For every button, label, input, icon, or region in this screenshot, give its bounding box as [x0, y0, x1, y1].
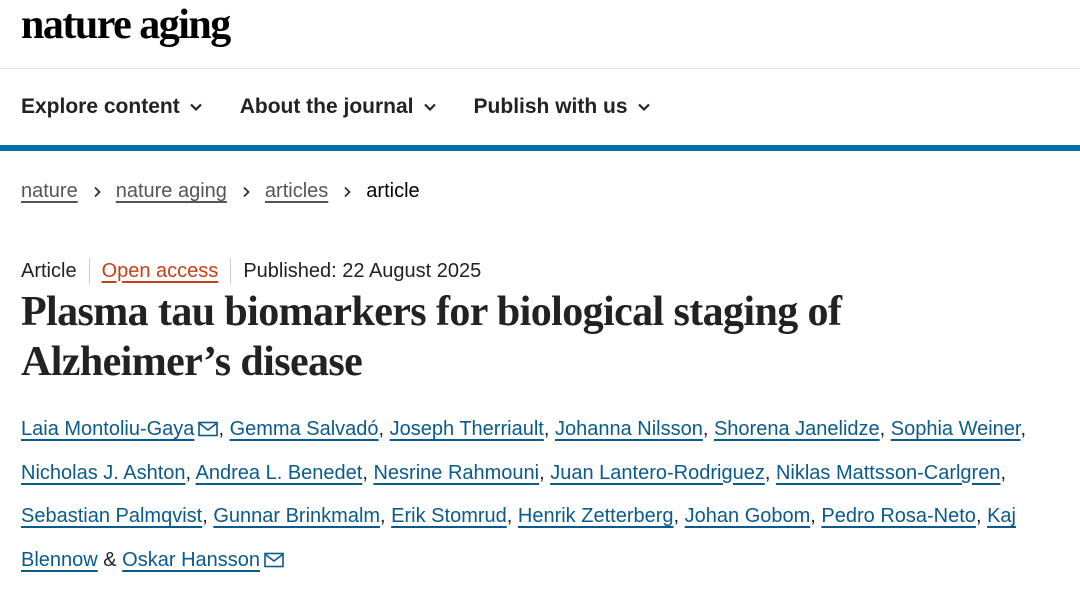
author-link[interactable]: Andrea L. Benedet — [196, 462, 363, 484]
chevron-right-icon — [344, 186, 352, 197]
breadcrumb-nature[interactable]: nature — [21, 180, 78, 203]
nav-explore-content[interactable]: Explore content — [21, 95, 203, 119]
author-separator: , — [185, 461, 196, 484]
author-separator: , — [764, 461, 776, 484]
author-link[interactable]: Oskar Hansson — [122, 549, 260, 571]
nav-about-the-journal[interactable]: About the journal — [240, 95, 437, 119]
published-date: Published: 22 August 2025 — [243, 259, 482, 282]
article-meta: Article Open access Published: 22 August… — [21, 258, 481, 284]
meta-divider — [88, 258, 90, 284]
author-link[interactable]: Nesrine Rahmouni — [373, 462, 539, 484]
chevron-right-icon — [94, 186, 101, 197]
author-separator: , — [218, 418, 230, 440]
breadcrumb: nature nature aging articles article — [21, 180, 420, 203]
author-separator: , — [673, 505, 685, 527]
chevron-down-icon — [637, 103, 650, 112]
author-separator: , — [380, 505, 392, 527]
author-link[interactable]: Nicholas J. Ashton — [21, 462, 186, 484]
author-separator: , — [975, 505, 988, 527]
author-separator: , — [378, 418, 390, 440]
author-link[interactable]: Pedro Rosa-Neto — [821, 505, 976, 527]
envelope-icon[interactable] — [198, 421, 219, 437]
author-list: Laia Montoliu-Gaya, Gemma Salvadó, Josep… — [21, 408, 1066, 582]
chevron-down-icon — [423, 103, 436, 112]
author-link[interactable]: Niklas Mattsson-Carlgren — [776, 462, 1001, 484]
author-link[interactable]: Juan Lantero-Rodriguez — [550, 462, 765, 484]
author-separator: , — [1000, 461, 1007, 484]
author-link[interactable]: Joseph Therriault — [390, 418, 544, 440]
author-link[interactable]: Laia Montoliu-Gaya — [21, 418, 194, 440]
author-link[interactable]: Erik Stomrud — [391, 505, 507, 527]
nav-label: Publish with us — [473, 95, 628, 118]
author-separator: , — [810, 505, 822, 527]
main-nav: Explore content About the journal Publis… — [0, 69, 1080, 145]
chevron-right-icon — [243, 186, 250, 197]
author-separator: , — [543, 418, 555, 440]
author-link[interactable]: Gunnar Brinkmalm — [213, 505, 380, 527]
author-separator: , — [539, 461, 551, 484]
author-separator: , — [702, 418, 714, 440]
author-link[interactable]: Johanna Nilsson — [555, 418, 703, 440]
nav-publish-with-us[interactable]: Publish with us — [474, 95, 651, 119]
author-link[interactable]: Shorena Janelidze — [714, 418, 880, 440]
journal-logo[interactable]: nature aging — [21, 2, 231, 48]
chevron-down-icon — [189, 103, 202, 112]
author-link[interactable]: Gemma Salvadó — [230, 418, 379, 440]
accent-bar — [0, 145, 1080, 151]
author-link[interactable]: Johan Gobom — [685, 505, 811, 527]
open-access-link[interactable]: Open access — [102, 260, 219, 283]
author-separator: , — [879, 418, 891, 440]
author-separator: , — [506, 505, 518, 527]
article-title: Plasma tau biomarkers for biological sta… — [21, 289, 842, 385]
meta-divider — [230, 258, 232, 284]
breadcrumb-nature-aging[interactable]: nature aging — [116, 180, 227, 203]
breadcrumb-articles[interactable]: articles — [265, 180, 328, 203]
nav-label: About the journal — [239, 95, 414, 118]
author-link[interactable]: Sebastian Palmqvist — [21, 505, 202, 527]
author-separator: , — [202, 505, 214, 527]
author-separator: , — [362, 461, 374, 484]
author-link[interactable]: Sophia Weiner — [891, 418, 1021, 440]
author-separator: , — [1020, 418, 1027, 440]
envelope-icon[interactable] — [264, 552, 284, 568]
article-type: Article — [21, 259, 77, 282]
author-link[interactable]: Henrik Zetterberg — [518, 505, 674, 527]
author-separator: & — [97, 548, 123, 571]
site-header: nature aging — [0, 0, 1080, 69]
breadcrumb-current: article — [366, 180, 420, 202]
nav-label: Explore content — [21, 95, 180, 118]
